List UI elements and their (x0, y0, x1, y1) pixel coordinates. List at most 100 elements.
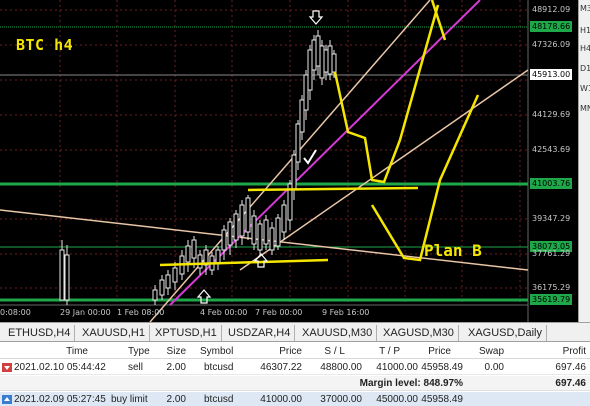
tab-usdzar-h4[interactable]: USDZAR,H4 (224, 325, 296, 341)
trendline-channel-upper (149, 0, 431, 322)
candle-body (159, 279, 165, 296)
candle-body (233, 213, 239, 241)
candle-body (59, 249, 65, 301)
candle-body (299, 99, 305, 133)
tab-xagusd-m30[interactable]: XAGUSD,M30 (379, 325, 459, 341)
candle-body (295, 123, 301, 163)
candle-body (275, 217, 281, 247)
trade-table: Time Type Size Symbol Price S / L T / P … (0, 342, 590, 406)
time-tick: 4 Feb 00:00 (200, 308, 248, 317)
trade-sl: 48800.00 (320, 362, 362, 373)
chart-tabs: ETHUSD,H4 XAUUSD,H1 XPTUSD,H1 USDZAR,H4 … (0, 322, 590, 342)
candle-body (307, 49, 313, 91)
candle-body (311, 39, 317, 71)
plan-b-label: Plan B (424, 241, 482, 260)
col-size[interactable]: Size (160, 344, 186, 359)
col-profit[interactable]: Profit (550, 344, 586, 359)
candle-body (303, 74, 309, 111)
col-time[interactable]: Time (20, 344, 88, 359)
sell-order-icon (2, 363, 12, 372)
trade-sl: 37000.00 (320, 394, 362, 405)
total-profit: 697.46 (555, 378, 586, 389)
time-tick: 9 Feb 16:00 (322, 308, 370, 317)
time-tick: 1 Feb 08:00 (117, 308, 165, 317)
candle-body (257, 223, 263, 251)
time-tick: 0:08:00 (0, 308, 31, 317)
check-mark-icon (303, 149, 317, 165)
col-symbol[interactable]: Symbol (200, 344, 233, 359)
trade-symbol: btcusd (204, 362, 234, 373)
annotation-line-upper (247, 186, 419, 192)
col-type[interactable]: Type (128, 344, 150, 359)
trade-current-price: 45958.49 (421, 362, 463, 373)
candle-body (245, 197, 251, 233)
candle-body (191, 239, 197, 259)
col-price[interactable]: Price (258, 344, 302, 359)
margin-summary-row: Margin level: 848.97% 697.46 (0, 376, 590, 391)
candle-body (197, 254, 203, 269)
trade-current-price: 45958.49 (421, 394, 463, 405)
trade-price: 46307.22 (260, 362, 302, 373)
trade-time: 2021.02.09 05:27:45 (14, 394, 106, 405)
candle-body (281, 204, 287, 233)
trade-swap: 0.00 (484, 362, 504, 373)
candle-body (331, 53, 337, 73)
down-arrow-icon (308, 10, 324, 25)
candle-body (165, 274, 171, 289)
trade-time: 2021.02.10 05:44:42 (14, 362, 106, 373)
tab-xptusd-h1[interactable]: XPTUSD,H1 (151, 325, 222, 341)
pending-order-icon (2, 395, 12, 404)
time-tick: 7 Feb 00:00 (255, 308, 303, 317)
trade-table-header: Time Type Size Symbol Price S / L T / P … (0, 344, 590, 359)
candle-body (291, 154, 297, 191)
candle-body (152, 289, 158, 301)
timeframe-w1[interactable]: W1 (579, 84, 590, 93)
tab-ethusd-h4[interactable]: ETHUSD,H4 (4, 325, 76, 341)
price-chart[interactable]: BTC h4 Plan B 48912.09 48178.66 47326.09… (0, 0, 578, 322)
candle-body (315, 35, 321, 67)
candle-body (239, 204, 245, 237)
timeframe-mn[interactable]: MN (579, 104, 590, 113)
margin-level: Margin level: 848.97% (359, 378, 463, 389)
candle-body (215, 249, 221, 265)
trade-symbol: btcusd (204, 394, 234, 405)
trade-size: 2.00 (166, 394, 186, 405)
projection-path-a (333, 4, 440, 184)
trade-size: 2.00 (166, 362, 186, 373)
col-tp[interactable]: T / P (370, 344, 400, 359)
timeframe-h1[interactable]: H1 (579, 26, 590, 35)
tab-xauusd-h1[interactable]: XAUUSD,H1 (78, 325, 150, 341)
time-tick: 29 Jan 00:00 (60, 308, 111, 317)
chart-grid (0, 0, 530, 322)
tab-xauusd-m30[interactable]: XAUUSD,M30 (298, 325, 378, 341)
col-swap[interactable]: Swap (470, 344, 504, 359)
chart-canvas[interactable] (0, 0, 578, 322)
col-current-price[interactable]: Price (415, 344, 451, 359)
trade-profit: 697.46 (555, 362, 586, 373)
candle-body (64, 254, 70, 301)
timeframe-h4[interactable]: H4 (579, 44, 590, 53)
annotation-line-lower (159, 258, 329, 267)
timeframe-d1[interactable]: D1 (579, 64, 590, 73)
chart-title: BTC h4 (16, 36, 74, 54)
candle-body (227, 221, 233, 246)
trade-type: buy limit (111, 394, 148, 405)
trade-price: 41000.00 (260, 394, 302, 405)
tab-xagusd-daily[interactable]: XAGUSD,Daily (464, 325, 547, 341)
table-row[interactable]: 2021.02.09 05:27:45 buy limit 2.00 btcus… (0, 392, 590, 406)
candle-body (323, 49, 329, 73)
timeframe-toolbar: M30 H1 H4 D1 W1 MN (578, 0, 590, 322)
trade-type: sell (128, 362, 144, 373)
candle-body (185, 245, 191, 263)
candle-body (269, 227, 275, 251)
timeframe-m30[interactable]: M30 (579, 4, 590, 13)
candle-body (263, 219, 269, 245)
candle-body (251, 215, 257, 245)
candle-body (327, 45, 333, 75)
candle-body (172, 267, 178, 283)
candle-body (221, 229, 227, 251)
col-sl[interactable]: S / L (315, 344, 345, 359)
candle-body (319, 45, 325, 79)
table-row[interactable]: 2021.02.10 05:44:42 sell 2.00 btcusd 463… (0, 360, 590, 375)
trendline-channel-lower (239, 69, 529, 271)
